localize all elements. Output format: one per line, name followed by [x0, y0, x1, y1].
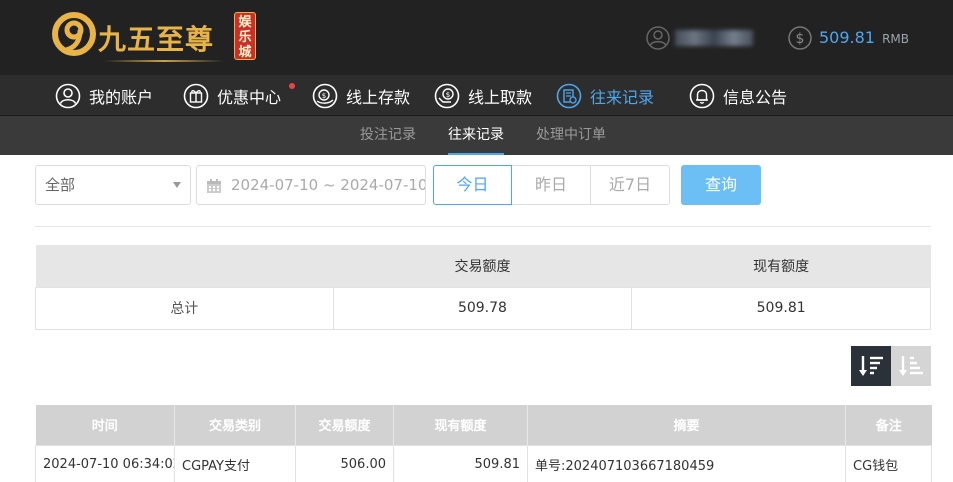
sort-descending-icon [859, 356, 883, 376]
yesterday-button[interactable]: 昨日 [512, 165, 591, 205]
deposit-icon: $ [312, 83, 338, 108]
cell-trade-amount: 506.00 [295, 444, 394, 482]
svg-text:$: $ [446, 91, 450, 99]
nav-transaction-records[interactable]: 往来记录 [556, 75, 654, 116]
balance-display: 509.81 RMB [819, 28, 909, 47]
col-header-summary: 摘要 [527, 405, 846, 445]
col-header-remark: 备注 [845, 405, 932, 445]
notification-dot [289, 83, 295, 89]
cell-time: 2024-07-10 06:34:02 [35, 444, 175, 482]
divider [35, 226, 931, 227]
logo-nine-icon [52, 12, 96, 56]
query-button[interactable]: 查询 [681, 165, 761, 205]
caret-down-icon [173, 182, 181, 188]
table-row[interactable]: 2024-07-10 06:34:02 CGPAY支付 506.00 509.8… [35, 444, 932, 482]
cell-summary: 单号:202407103667180459 [527, 444, 846, 482]
summary-total-row: 总计 509.78 509.81 [35, 286, 931, 330]
records-icon [556, 83, 582, 108]
date-range-value: 2024-07-10 ~ 2024-07-10 [231, 176, 426, 194]
cell-remark: CG钱包 [845, 444, 932, 482]
summary-table: 交易额度 现有额度 总计 509.78 509.81 [35, 245, 931, 330]
svg-text:$: $ [796, 31, 805, 47]
balance-currency: RMB [882, 32, 910, 46]
type-select[interactable]: 全部 [35, 165, 191, 205]
type-select-value: 全部 [45, 176, 76, 194]
nav-label: 往来记录 [590, 87, 655, 107]
summary-header-blank [35, 245, 334, 287]
svg-text:$: $ [322, 92, 326, 100]
nav-label: 线上存款 [346, 87, 411, 107]
sort-ascending-icon [899, 356, 923, 376]
today-button[interactable]: 今日 [433, 165, 512, 205]
nav-deposit[interactable]: $ 线上存款 [312, 75, 410, 116]
col-header-time: 时间 [35, 405, 175, 445]
summary-header-row: 交易额度 现有额度 [35, 245, 931, 287]
balance-coin-icon: $ [788, 26, 812, 50]
col-header-type: 交易类别 [174, 405, 296, 445]
summary-trade-amount: 509.78 [332, 286, 633, 330]
last-7-days-button[interactable]: 近7日 [591, 165, 670, 205]
col-header-current-amount: 现有额度 [393, 405, 528, 445]
nav-label: 我的账户 [89, 87, 154, 107]
avatar-icon[interactable] [646, 26, 670, 50]
tab-pending-orders[interactable]: 处理中订单 [536, 116, 606, 155]
user-area: $ 509.81 RMB [643, 22, 953, 54]
summary-total-label: 总计 [35, 286, 334, 330]
nav-label: 优惠中心 [217, 87, 282, 107]
sort-ascending-button[interactable] [891, 346, 931, 386]
main-nav: 我的账户 优惠中心 $ 线上存款 $ 线上取款 往来记录 信息公告 [0, 75, 953, 116]
nav-promotions[interactable]: 优惠中心 [183, 75, 281, 116]
bell-icon [689, 83, 715, 108]
brand-sub: 娱乐城 [234, 12, 256, 60]
nav-label: 线上取款 [468, 87, 533, 107]
balance-amount: 509.81 [819, 28, 875, 47]
brand-logo[interactable]: 九五至尊 娱乐城 [52, 10, 262, 66]
nav-withdraw[interactable]: $ 线上取款 [434, 75, 532, 116]
sub-nav: 投注记录 往来记录 处理中订单 [0, 116, 953, 155]
date-range-input[interactable]: 2024-07-10 ~ 2024-07-10 [196, 165, 426, 205]
cell-current-amount: 509.81 [393, 444, 528, 482]
quick-date-group: 今日 昨日 近7日 [433, 165, 670, 205]
user-icon [55, 83, 81, 108]
tab-transaction-records[interactable]: 往来记录 [448, 116, 504, 155]
brand-name: 九五至尊 [98, 23, 215, 56]
transaction-table: 时间 交易类别 交易额度 现有额度 摘要 备注 2024-07-10 06:34… [35, 405, 932, 482]
transaction-header-row: 时间 交易类别 交易额度 现有额度 摘要 备注 [35, 405, 932, 445]
summary-header-trade: 交易额度 [333, 245, 632, 287]
cell-type: CGPAY支付 [174, 444, 296, 482]
tab-bet-records[interactable]: 投注记录 [360, 116, 416, 155]
nav-my-account[interactable]: 我的账户 [55, 75, 153, 116]
nav-announcements[interactable]: 信息公告 [689, 75, 787, 116]
nav-label: 信息公告 [723, 87, 788, 107]
username-redacted [675, 30, 753, 46]
sort-descending-button[interactable] [851, 346, 891, 386]
withdraw-icon: $ [434, 83, 460, 108]
gift-icon [183, 83, 209, 108]
logo-divider [104, 60, 224, 62]
top-header: 九五至尊 娱乐城 $ 509.81 RMB [0, 0, 953, 75]
calendar-icon [207, 179, 221, 193]
summary-current-amount: 509.81 [631, 286, 931, 330]
col-header-trade-amount: 交易额度 [295, 405, 394, 445]
summary-header-current: 现有额度 [631, 245, 931, 287]
